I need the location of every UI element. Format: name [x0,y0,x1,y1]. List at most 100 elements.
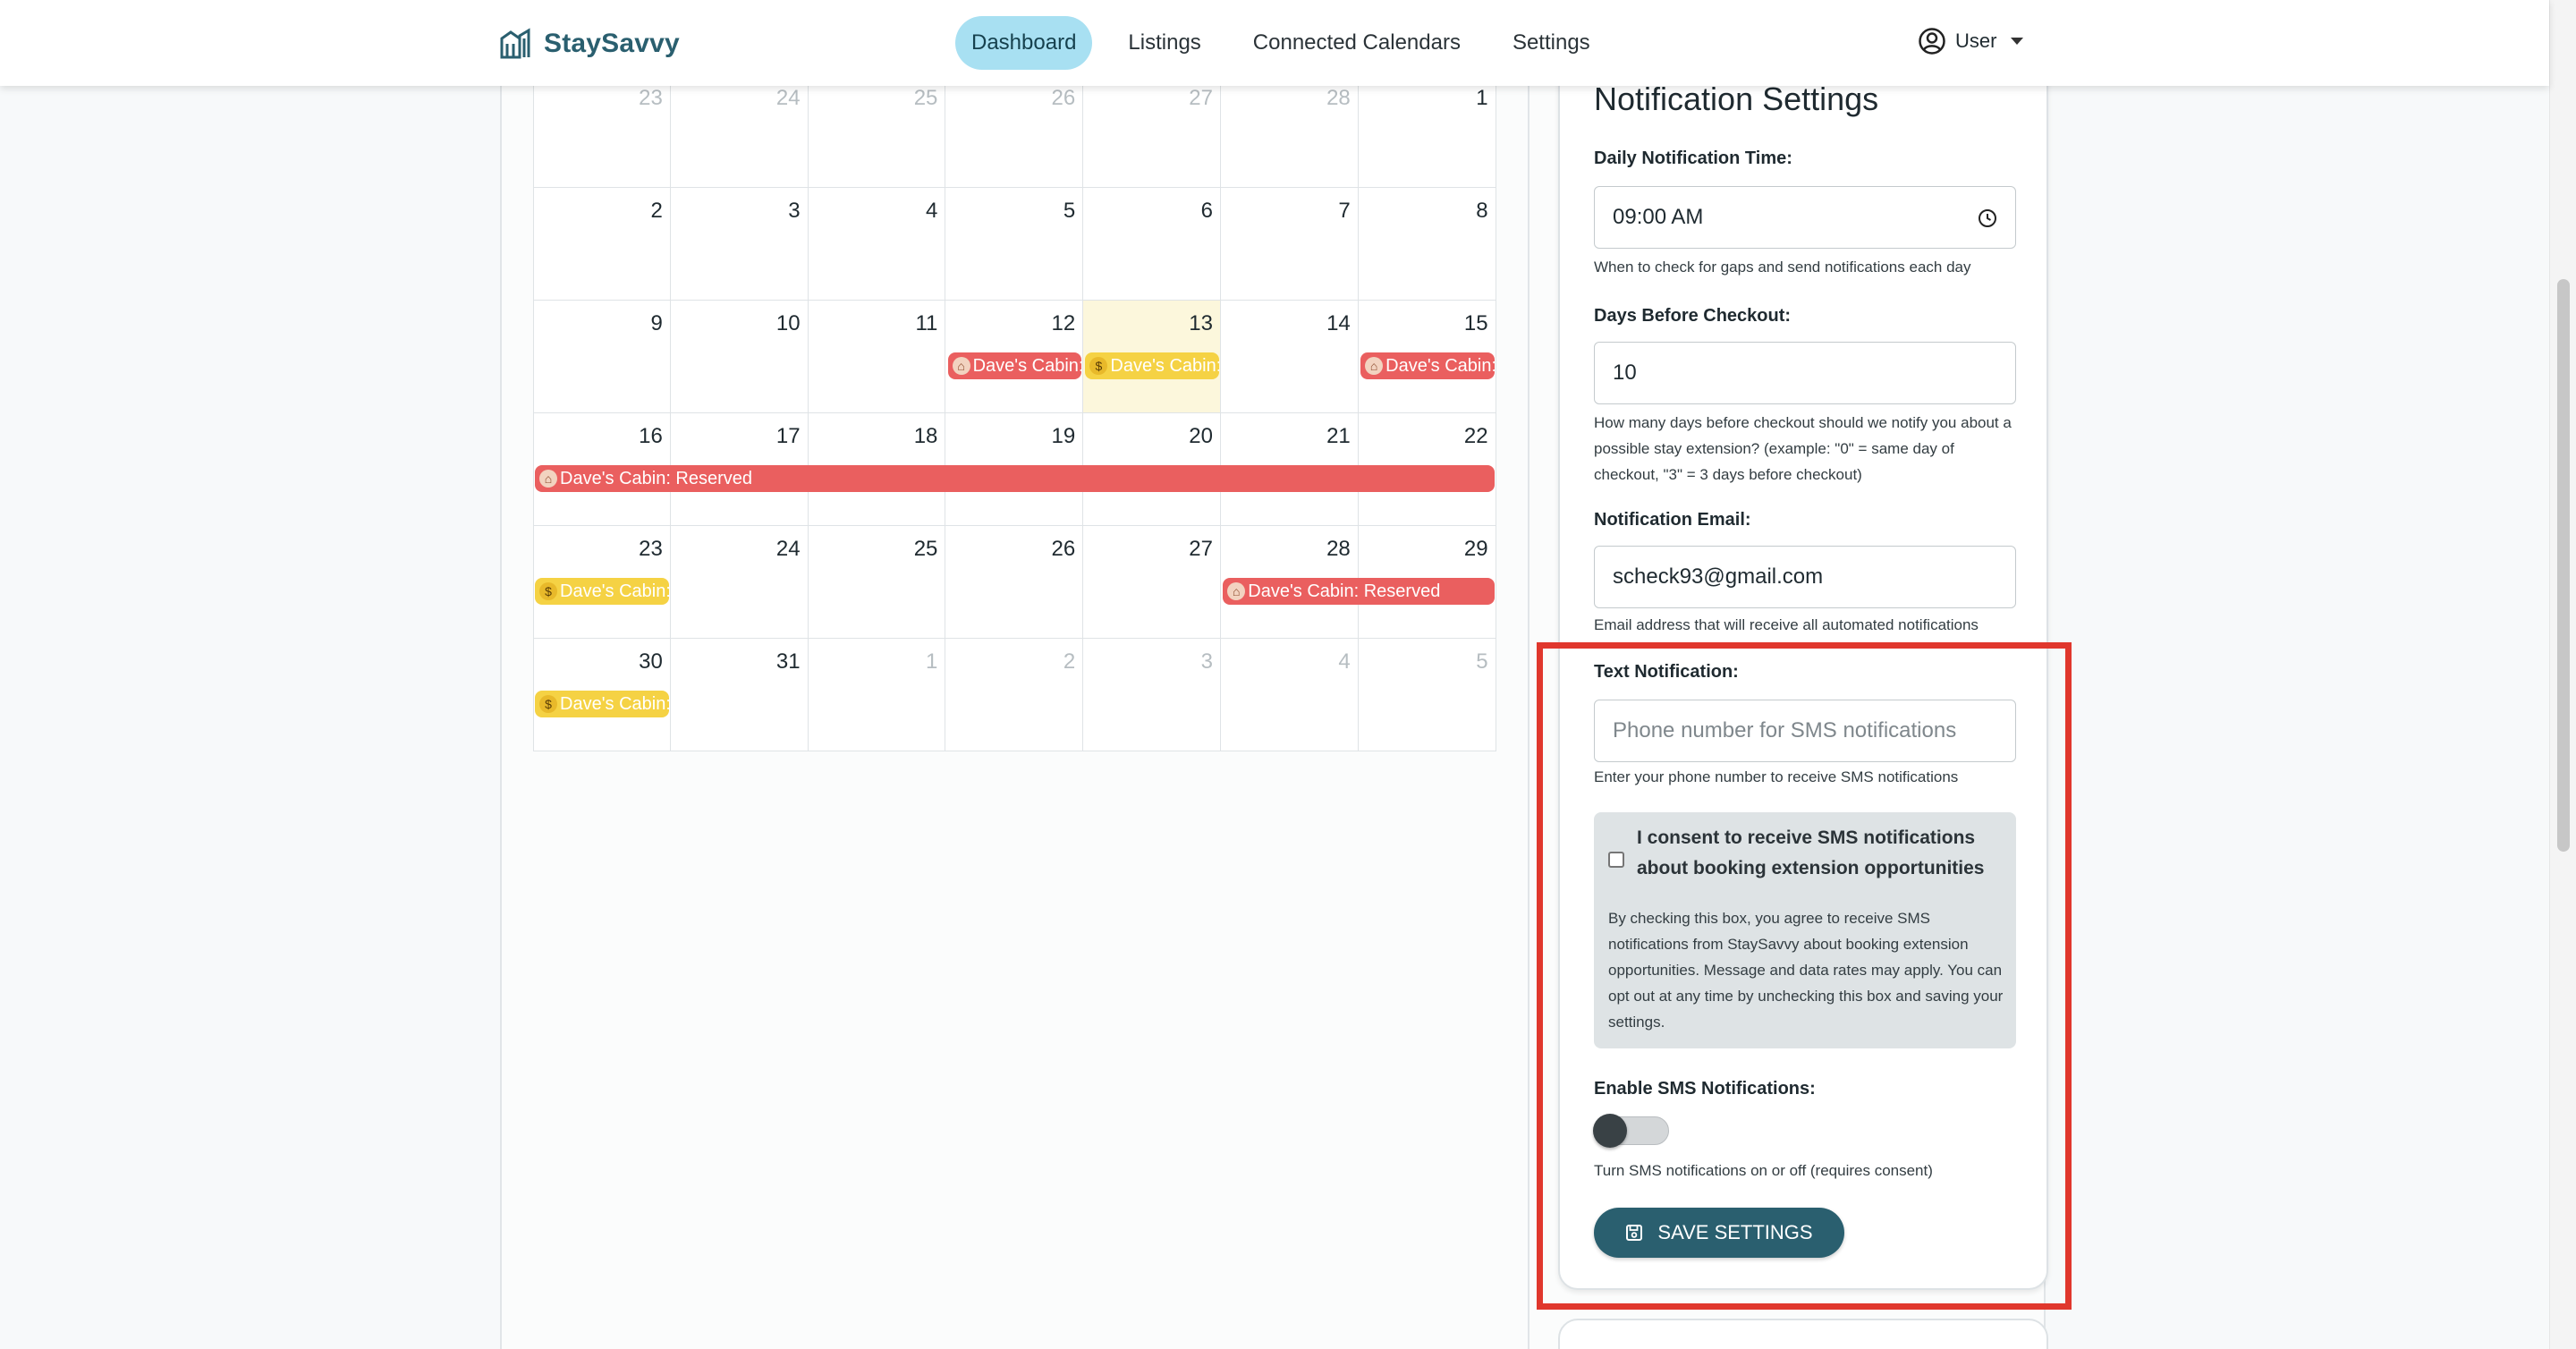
calendar-day[interactable]: 4 [808,188,946,301]
calendar-day[interactable]: 27 [1083,86,1221,188]
days-before-help: How many days before checkout should we … [1594,414,2012,483]
day-number: 8 [1476,199,1488,223]
day-number: 28 [1326,86,1351,110]
calendar-event[interactable]: $ Dave's Cabin: [535,578,669,605]
notification-settings-card: Notification Settings Daily Notification… [1558,63,2048,1290]
calendar-day[interactable]: 24 [670,526,809,639]
event-label: Dave's Cabin: [560,581,669,601]
day-number: 10 [775,311,801,335]
sms-toggle-knob[interactable] [1593,1114,1627,1148]
day-number: 20 [1189,424,1213,448]
calendar-day[interactable]: 4 [1220,639,1359,751]
day-number: 23 [639,86,663,110]
calendar-event[interactable]: ⌂ Dave's Cabin: Reserved [1223,578,1495,605]
calendar-day[interactable]: 2 [945,639,1084,751]
calendar-event[interactable]: ⌂ Dave's Cabin: [1360,352,1495,379]
calendar-day[interactable]: 2 [533,188,671,301]
nav-settings[interactable]: Settings [1496,16,1606,70]
event-label: Dave's Cabin: [560,694,669,714]
event-label: Dave's Cabin: [972,356,1082,376]
calendar-day[interactable]: 3 [670,188,809,301]
day-number: 25 [913,537,938,561]
day-number: 2 [1063,649,1076,674]
calendar-day[interactable]: 26 [945,86,1084,188]
calendar-day[interactable]: 3 [1083,639,1221,751]
money-bag-icon: $ [1089,357,1108,375]
calendar-day[interactable]: 1 [1358,86,1496,188]
day-number: 12 [1051,311,1076,335]
phone-input[interactable]: Phone number for SMS notifications [1594,700,2016,762]
day-number: 6 [1200,199,1213,223]
calendar-day[interactable]: 1 [808,639,946,751]
calendar-day[interactable]: 5 [945,188,1084,301]
day-number: 4 [1338,649,1351,674]
day-number: 30 [639,649,663,674]
calendar-day[interactable]: 25 [808,86,946,188]
calendar-week: 2 3 4 5 6 7 8 [533,188,1496,301]
day-number: 31 [775,649,801,674]
calendar-day[interactable]: 11 [808,301,946,413]
day-number: 9 [650,311,663,335]
page-scrollbar[interactable] [2549,0,2576,1349]
calendar-event[interactable]: ⌂ Dave's Cabin: Reserved [535,465,1495,492]
nav-dashboard[interactable]: Dashboard [955,16,1093,70]
daily-time-input[interactable]: 09:00 AM [1594,186,2016,249]
calendar-day[interactable]: 9 [533,301,671,413]
sms-toggle-switch[interactable] [1593,1114,1669,1148]
calendar-day[interactable]: 25 [808,526,946,639]
calendar-day[interactable]: 7 [1220,188,1359,301]
days-before-input[interactable]: 10 [1594,342,2016,404]
daily-time-help: When to check for gaps and send notifica… [1594,259,1971,276]
calendar-day[interactable]: 6 [1083,188,1221,301]
save-settings-label: SAVE SETTINGS [1657,1221,1813,1243]
day-number: 5 [1476,649,1488,674]
day-number: 26 [1051,537,1076,561]
nav-listings[interactable]: Listings [1112,16,1216,70]
day-number: 24 [775,86,801,110]
day-number: 27 [1189,86,1213,110]
calendar-day[interactable]: 24 [670,86,809,188]
day-number: 18 [913,424,938,448]
clock-icon[interactable] [1978,208,1997,228]
sms-toggle-help: Turn SMS notifications on or off (requir… [1594,1162,1933,1179]
sms-consent-checkbox[interactable] [1608,852,1624,868]
calendar-week: 9 10 11 12 13 14 15 ⌂ Dave's Cabin: $ Dave's Cabin… [533,301,1496,413]
calendar-day[interactable]: 31 [670,639,809,751]
day-number: 26 [1051,86,1076,110]
daily-time-label: Daily Notification Time: [1594,148,1792,168]
calendar-day[interactable]: 14 [1220,301,1359,413]
calendar-event[interactable]: ⌂ Dave's Cabin: [947,352,1082,379]
house-icon: ⌂ [1365,357,1384,375]
calendar-day[interactable]: 5 [1358,639,1496,751]
phone-help: Enter your phone number to receive SMS n… [1594,768,1959,785]
day-number: 25 [913,86,938,110]
day-number: 1 [1476,86,1488,110]
event-label: Dave's Cabin: [1110,356,1220,376]
calendar-day[interactable]: 8 [1358,188,1496,301]
calendar-event[interactable]: $ Dave's Cabin: [535,691,669,717]
day-number: 4 [926,199,938,223]
calendar-week: 23 24 25 26 27 28 1 [533,86,1496,188]
day-number: 3 [1200,649,1213,674]
calendar-day[interactable]: 23 [533,86,671,188]
calendar-day[interactable]: 27 [1083,526,1221,639]
calendar-day[interactable]: 28 [1220,86,1359,188]
day-number: 19 [1051,424,1076,448]
scrollbar-thumb[interactable] [2557,279,2570,852]
event-label: Dave's Cabin: Reserved [1248,581,1441,601]
email-input[interactable]: scheck93@gmail.com [1594,546,2016,608]
day-number: 5 [1063,199,1076,223]
nav-connected-calendars[interactable]: Connected Calendars [1237,16,1477,70]
calendar-day[interactable]: 26 [945,526,1084,639]
event-label: Dave's Cabin: Reserved [560,469,753,488]
brand-logo[interactable]: StaySavvy [499,25,680,63]
user-menu[interactable]: User [1918,27,2024,55]
calendar-day[interactable]: 10 [670,301,809,413]
sms-consent-label[interactable]: I consent to receive SMS notifications a… [1637,823,2004,884]
user-circle-icon [1919,28,1945,55]
calendar-event[interactable]: $ Dave's Cabin: [1085,352,1220,379]
day-number: 15 [1463,311,1488,335]
day-number: 22 [1463,424,1488,448]
save-settings-button[interactable]: SAVE SETTINGS [1594,1208,1844,1258]
user-label: User [1955,30,1997,52]
